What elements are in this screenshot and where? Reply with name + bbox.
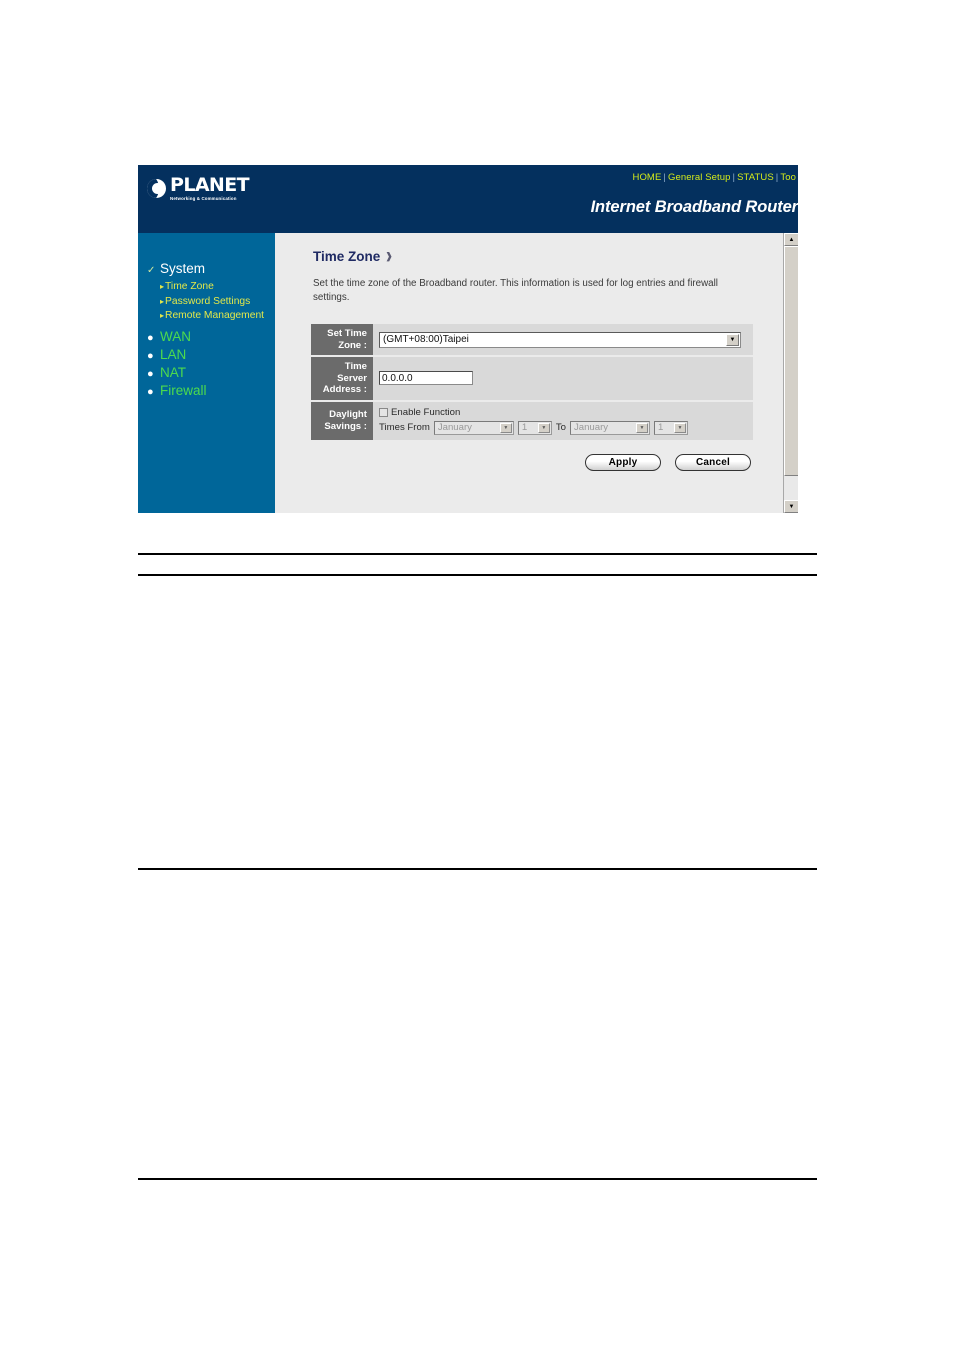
page-title-text: Time Zone xyxy=(313,249,381,264)
sidebar-label-password-settings: Password Settings xyxy=(165,295,251,307)
sidebar-label-time-zone: Time Zone xyxy=(165,281,214,292)
enable-function-row: Enable Function xyxy=(379,407,747,418)
arrow-right-icon: ▸ xyxy=(160,282,165,291)
sidebar-item-nat[interactable]: ● NAT xyxy=(138,364,275,381)
form-row-time-server-address: Time Server Address : 0.0.0.0 xyxy=(311,356,753,402)
field-set-time-zone: (GMT+08:00)Taipei ▼ xyxy=(373,324,753,357)
nav-link-status[interactable]: STATUS xyxy=(737,172,774,183)
bullet-icon: ● xyxy=(147,385,154,398)
form-row-daylight-savings: Daylight Savings : Enable Function Times… xyxy=(311,400,753,440)
to-month-value: January xyxy=(573,422,609,433)
arrow-right-icon: ▸ xyxy=(160,296,165,306)
chevron-down-icon[interactable]: ▼ xyxy=(537,422,550,433)
time-zone-form: Set Time Zone : (GMT+08:00)Taipei ▼ Time… xyxy=(311,324,753,440)
top-nav: HOME | General Setup | STATUS | Too xyxy=(632,172,796,183)
sidebar-item-wan[interactable]: ● WAN xyxy=(138,328,275,345)
sidebar-label-remote-management: Remote Management xyxy=(165,310,265,321)
chevron-down-icon[interactable]: ▼ xyxy=(726,333,739,346)
nav-separator-2: | xyxy=(732,172,736,183)
globe-icon xyxy=(147,179,166,199)
document-rule-bottom xyxy=(138,1178,817,1180)
enable-function-checkbox[interactable] xyxy=(379,407,388,417)
sidebar-label-system: System xyxy=(160,261,206,276)
from-month-value: January xyxy=(437,422,472,433)
sidebar-label-nat: NAT xyxy=(160,364,186,380)
sidebar-nav: ✓ System ▸Time Zone ▸Password Settings ▸… xyxy=(138,233,275,513)
from-month-select[interactable]: January ▼ xyxy=(433,420,514,435)
label-daylight-savings: Daylight Savings : xyxy=(311,400,373,440)
to-day-select[interactable]: 1 ▼ xyxy=(653,420,688,435)
time-zone-select[interactable]: (GMT+08:00)Taipei ▼ xyxy=(379,331,741,348)
time-zone-selected-value: (GMT+08:00)Taipei xyxy=(383,334,469,345)
document-rule-top-2 xyxy=(138,574,817,576)
document-rule-top-1 xyxy=(138,553,817,555)
from-day-value: 1 xyxy=(521,422,528,433)
sidebar-label-lan: LAN xyxy=(160,346,187,362)
field-daylight-savings: Enable Function Times From January ▼ 1 ▼ xyxy=(373,400,753,440)
scrollbar-track[interactable] xyxy=(784,246,798,500)
sidebar-label-wan: WAN xyxy=(160,328,191,344)
chevron-down-icon[interactable]: ▼ xyxy=(499,422,512,433)
bullet-icon: ● xyxy=(147,331,154,344)
cancel-button[interactable]: Cancel xyxy=(675,453,751,471)
sidebar-item-lan[interactable]: ● LAN xyxy=(138,346,275,363)
main-content-panel: Time Zone ❱ Set the time zone of the Bro… xyxy=(275,233,798,513)
nav-link-tools[interactable]: Too xyxy=(780,172,796,183)
product-title: Internet Broadband Router xyxy=(590,198,798,216)
brand-name: PLANET xyxy=(170,174,250,196)
daylight-savings-range-row: Times From January ▼ 1 ▼ To January ▼ 1 … xyxy=(379,420,747,435)
from-day-select[interactable]: 1 ▼ xyxy=(517,420,552,435)
check-icon: ✓ xyxy=(147,265,156,276)
nav-link-general-setup[interactable]: General Setup xyxy=(668,172,731,183)
form-actions: Apply Cancel xyxy=(275,453,798,471)
brand-tagline: Networking & Communication xyxy=(170,196,237,201)
scroll-down-button[interactable]: ▼ xyxy=(784,500,798,513)
nav-separator-1: | xyxy=(663,172,666,183)
to-label: To xyxy=(555,422,566,433)
brand-logo: PLANET Networking & Communication xyxy=(147,174,250,201)
sidebar-item-firewall[interactable]: ● Firewall xyxy=(138,382,275,399)
label-time-server-address: Time Server Address : xyxy=(311,356,373,402)
nav-separator-3: | xyxy=(775,172,779,183)
chevron-down-icon[interactable]: ▼ xyxy=(635,422,648,433)
scroll-up-button[interactable]: ▲ xyxy=(784,233,798,246)
chevron-down-icon[interactable]: ▼ xyxy=(673,422,686,433)
form-row-set-time-zone: Set Time Zone : (GMT+08:00)Taipei ▼ xyxy=(311,324,753,357)
arrow-right-icon: ▸ xyxy=(160,311,165,320)
vertical-scrollbar[interactable]: ▲ ▼ xyxy=(783,233,798,513)
time-server-address-input[interactable]: 0.0.0.0 xyxy=(379,371,473,386)
page-description: Set the time zone of the Broadband route… xyxy=(313,278,718,303)
router-admin-screenshot: PLANET Networking & Communication HOME | G… xyxy=(138,165,798,513)
enable-function-label: Enable Function xyxy=(391,406,461,418)
to-month-select[interactable]: January ▼ xyxy=(569,420,650,435)
nav-link-home[interactable]: HOME xyxy=(632,172,661,183)
router-header: PLANET Networking & Communication HOME | G… xyxy=(138,165,798,233)
bullet-icon: ● xyxy=(147,367,154,380)
help-icon[interactable]: ❱ xyxy=(385,251,396,262)
to-day-value: 1 xyxy=(657,422,664,433)
times-from-label: Times From xyxy=(379,422,430,433)
label-set-time-zone: Set Time Zone : xyxy=(311,324,373,357)
sidebar-label-firewall: Firewall xyxy=(160,382,207,398)
scrollbar-thumb[interactable] xyxy=(784,246,798,476)
document-rule-middle xyxy=(138,868,817,870)
router-body: ✓ System ▸Time Zone ▸Password Settings ▸… xyxy=(138,233,798,513)
bullet-icon: ● xyxy=(147,349,154,362)
page-title: Time Zone ❱ xyxy=(313,249,798,264)
sidebar-item-remote-management[interactable]: ▸Remote Management xyxy=(138,309,275,324)
sidebar-item-password-settings[interactable]: ▸Password Settings xyxy=(138,295,275,310)
apply-button[interactable]: Apply xyxy=(585,453,661,471)
sidebar-item-system[interactable]: ✓ System xyxy=(138,260,275,279)
field-time-server-address: 0.0.0.0 xyxy=(373,356,753,402)
sidebar-item-time-zone[interactable]: ▸Time Zone xyxy=(138,280,275,295)
